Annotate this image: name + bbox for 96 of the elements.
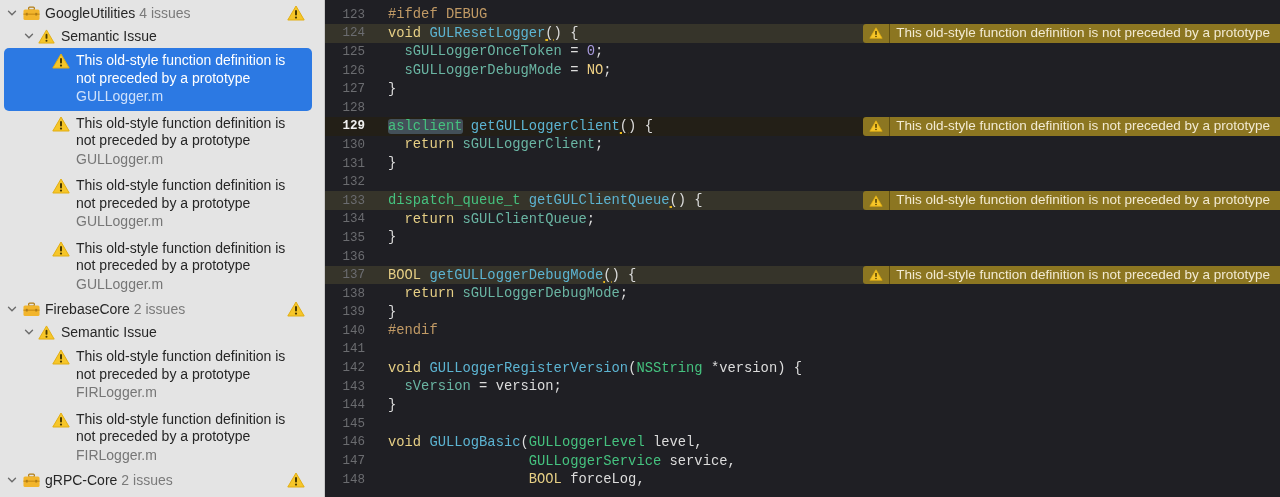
warning-icon	[287, 472, 305, 488]
line-number: 143	[341, 379, 365, 394]
line-number: 131	[341, 156, 365, 171]
chevron-icon[interactable]	[7, 475, 17, 485]
code-line: #endif	[388, 323, 438, 339]
file-name: GULLogger.m	[76, 149, 164, 169]
line-number: 146	[341, 435, 365, 450]
warning-icon	[52, 411, 70, 428]
warning-icon	[869, 194, 884, 207]
issue-row[interactable]: This old-style function definition is not preceded by a prototype GULLogger.m	[4, 173, 312, 236]
code-line: dispatch_queue_t getGULClientQueue() {	[388, 193, 703, 209]
issue-message: This old-style function definition is not preceded by a prototype	[76, 114, 287, 150]
issue-row[interactable]: This old-style function definition is not preceded by a prototype GULLogger.m	[4, 110, 312, 173]
warning-icon	[38, 324, 55, 340]
issue-message: This old-style function definition is not preceded by a prototype	[76, 177, 287, 212]
issue-row[interactable]: This old-style function definition is not preceded by a prototype FIRLogger.m	[4, 406, 312, 469]
code-line: BOOL getGULLoggerDebugMode() {	[388, 267, 637, 283]
briefcase-icon	[23, 301, 40, 317]
warning-icon	[52, 240, 70, 257]
code-line: }	[388, 397, 397, 413]
issue-category: Semantic Issue	[61, 324, 157, 340]
issue-message: This old-style function definition is not preceded by a prototype	[76, 348, 287, 383]
code-line: sVersion = version;	[403, 379, 562, 395]
code-line: return sGULClientQueue;	[403, 211, 595, 227]
line-number: 126	[341, 63, 365, 78]
chevron-icon[interactable]	[7, 8, 17, 18]
code-line: GULLoggerService service,	[527, 453, 736, 469]
warning-icon	[869, 27, 884, 40]
line-number: 139	[341, 305, 365, 320]
issue-category: Semantic Issue	[61, 28, 157, 44]
chevron-icon[interactable]	[24, 327, 34, 337]
file-name: GULLogger.m	[76, 212, 164, 231]
code-line: BOOL forceLog,	[527, 472, 645, 488]
issue-count: 4 issues	[139, 5, 191, 21]
code-line: }	[388, 156, 397, 172]
line-number: 138	[341, 286, 365, 301]
line-number: 128	[341, 100, 365, 115]
issue-message: This old-style function definition is not preceded by a prototype	[76, 239, 287, 275]
line-number: 130	[341, 137, 365, 152]
line-number: 135	[341, 230, 365, 245]
chevron-icon[interactable]	[7, 304, 17, 314]
warning-icon	[38, 28, 55, 44]
line-number: 144	[341, 398, 365, 413]
issue-count: 2 issues	[133, 301, 186, 317]
code-line: }	[388, 81, 397, 97]
warning-icon	[52, 53, 70, 69]
code-line: sGULLoggerDebugMode = NO;	[403, 63, 612, 79]
code-line: return sGULLoggerDebugMode;	[403, 286, 629, 302]
line-number: 148	[341, 472, 365, 487]
code-line: #ifdef DEBUG	[388, 7, 488, 23]
issue-row[interactable]: This old-style function definition is not preceded by a prototype GULLogger.m	[4, 48, 312, 111]
code-line: void GULLogBasic(GULLoggerLevel level,	[388, 434, 703, 450]
code-line: void GULResetLogger() {	[388, 25, 579, 41]
chevron-icon[interactable]	[24, 31, 34, 41]
warning-icon	[287, 301, 305, 317]
target-name: GoogleUtilities	[45, 5, 136, 21]
warning-icon	[287, 5, 305, 21]
code-line: return sGULLoggerClient;	[403, 137, 604, 153]
line-number: 129	[341, 119, 365, 134]
line-number: 124	[341, 26, 365, 41]
issue-row[interactable]: This old-style function definition is not preceded by a prototype GULLogger.m	[4, 235, 312, 298]
line-number: 136	[341, 249, 365, 264]
issue-count: 2 issues	[121, 472, 173, 488]
line-number: 127	[341, 82, 365, 97]
code-line: void GULLoggerRegisterVersion(NSString *version) {	[388, 360, 802, 376]
code-line: }	[388, 230, 397, 246]
issue-message: This old-style function definition is not preceded by a prototype	[76, 410, 287, 446]
line-number: 142	[341, 361, 365, 376]
file-name: GULLogger.m	[76, 274, 164, 294]
file-name: GULLogger.m	[76, 87, 164, 106]
code-line: sGULLoggerOnceToken = 0;	[403, 44, 604, 60]
warning-icon	[52, 115, 70, 132]
line-number: 134	[341, 212, 365, 227]
file-name: FIRLogger.m	[76, 383, 157, 402]
issue-message: This old-style function definition is not preceded by a prototype	[76, 52, 287, 87]
line-number: 123	[341, 7, 365, 22]
line-number: 145	[341, 416, 365, 431]
target-name: gRPC-Core	[45, 472, 118, 488]
line-number: 132	[341, 175, 365, 190]
issue-row[interactable]: This old-style function definition is not preceded by a prototype FIRLogger.m	[4, 344, 312, 407]
code-line: }	[388, 304, 397, 320]
warning-icon	[52, 178, 70, 194]
warning-icon	[869, 120, 884, 133]
code-line: aslclient getGULLoggerClient() {	[388, 118, 653, 134]
line-number: 125	[341, 45, 365, 59]
line-number: 137	[341, 268, 365, 283]
line-number: 147	[341, 454, 365, 469]
briefcase-icon	[23, 5, 40, 21]
warning-icon	[52, 349, 70, 365]
file-name: FIRLogger.m	[76, 445, 157, 465]
line-number: 140	[341, 323, 365, 338]
target-name: FirebaseCore	[45, 301, 130, 317]
line-number: 133	[341, 193, 365, 208]
briefcase-icon	[23, 472, 40, 488]
line-number: 141	[341, 342, 365, 357]
warning-icon	[869, 269, 884, 282]
